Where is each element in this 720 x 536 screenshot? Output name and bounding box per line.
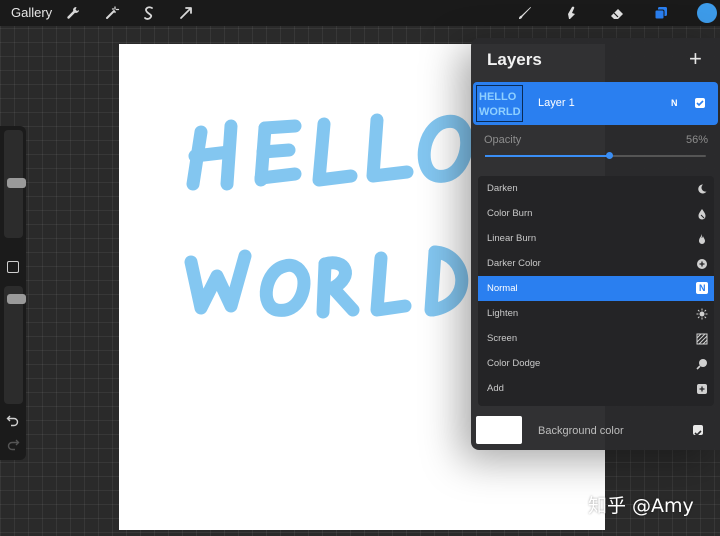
brush-icon[interactable]: [516, 4, 534, 22]
top-toolbar: Gallery: [0, 0, 720, 26]
opacity-thumb[interactable]: [7, 294, 26, 304]
blend-item-label: Color Dodge: [487, 358, 541, 369]
background-color-label: Background color: [538, 425, 624, 437]
gallery-button[interactable]: Gallery: [11, 5, 52, 20]
modify-button[interactable]: [7, 261, 19, 273]
transform-arrow-icon[interactable]: [177, 4, 195, 22]
blend-item-add[interactable]: Add: [478, 376, 714, 401]
blend-item-label: Darken: [487, 183, 518, 194]
sun-icon: [696, 307, 708, 320]
brush-size-sidebar: [0, 126, 26, 460]
layer-name: Layer 1: [538, 97, 575, 109]
opacity-fill: [485, 155, 609, 157]
layers-icon[interactable]: [652, 4, 670, 22]
blend-mode-list: Darken Color Burn Linear Burn Darker Col…: [478, 176, 714, 406]
smudge-icon[interactable]: [562, 4, 580, 22]
blend-mode-badge[interactable]: N: [671, 98, 678, 108]
n-badge-icon: N: [696, 282, 708, 294]
selection-icon[interactable]: [140, 4, 158, 22]
dodge-icon: [696, 357, 708, 370]
wrench-icon[interactable]: [64, 4, 82, 22]
blend-item-normal[interactable]: Normal N: [478, 276, 714, 301]
color-picker-icon[interactable]: [697, 3, 717, 23]
opacity-knob[interactable]: [605, 152, 613, 159]
blend-item-linear-burn[interactable]: Linear Burn: [478, 226, 714, 251]
background-visibility-checkbox[interactable]: [693, 425, 703, 437]
flame-icon: [696, 232, 708, 244]
hatch-icon: [696, 332, 708, 345]
redo-icon[interactable]: [6, 437, 20, 451]
n-badge-letter: N: [699, 283, 706, 293]
blend-item-lighten[interactable]: Lighten: [478, 301, 714, 326]
thumbnail-line-2: WORLD: [479, 106, 521, 118]
blend-item-darken[interactable]: Darken: [478, 176, 714, 201]
blend-item-label: Darker Color: [487, 258, 541, 269]
blend-item-label: Color Burn: [487, 208, 533, 219]
blend-item-label: Lighten: [487, 308, 519, 319]
plus-circle-icon: [696, 257, 708, 269]
blend-item-label: Normal: [487, 283, 518, 294]
background-color-row[interactable]: Background color: [471, 412, 720, 450]
blend-item-screen[interactable]: Screen: [478, 326, 714, 351]
layer-thumbnail[interactable]: HELLO WORLD: [476, 85, 523, 122]
brush-size-slider[interactable]: [4, 130, 26, 238]
blend-item-label: Linear Burn: [487, 233, 537, 244]
magic-wand-icon[interactable]: [103, 4, 121, 22]
opacity-slider[interactable]: [485, 152, 706, 159]
blend-item-label: Screen: [487, 333, 518, 344]
layer-row[interactable]: HELLO WORLD Layer 1 N: [473, 82, 718, 125]
opacity-value: 56%: [685, 134, 708, 146]
undo-icon[interactable]: [6, 413, 20, 427]
add-layer-button[interactable]: +: [689, 48, 702, 70]
eraser-icon[interactable]: [608, 4, 626, 22]
brush-size-thumb[interactable]: [7, 178, 26, 188]
crescent-icon: [696, 182, 708, 194]
background-color-swatch[interactable]: [476, 416, 522, 444]
blend-item-color-dodge[interactable]: Color Dodge: [478, 351, 714, 376]
thumbnail-line-1: HELLO: [479, 91, 517, 103]
layers-panel: Layers + HELLO WORLD Layer 1 N Opacity 5…: [471, 38, 720, 450]
burn-icon: [696, 207, 708, 220]
watermark: 知乎 @Amy: [588, 495, 694, 517]
layer-visibility-checkbox[interactable]: [695, 98, 705, 108]
blend-item-color-burn[interactable]: Color Burn: [478, 201, 714, 226]
blend-item-darker-color[interactable]: Darker Color: [478, 251, 714, 276]
panel-title: Layers: [487, 50, 542, 69]
plus-square-icon: [696, 382, 708, 394]
opacity-slider[interactable]: [4, 286, 26, 404]
blend-item-label: Add: [487, 383, 504, 394]
opacity-label: Opacity: [484, 134, 522, 146]
